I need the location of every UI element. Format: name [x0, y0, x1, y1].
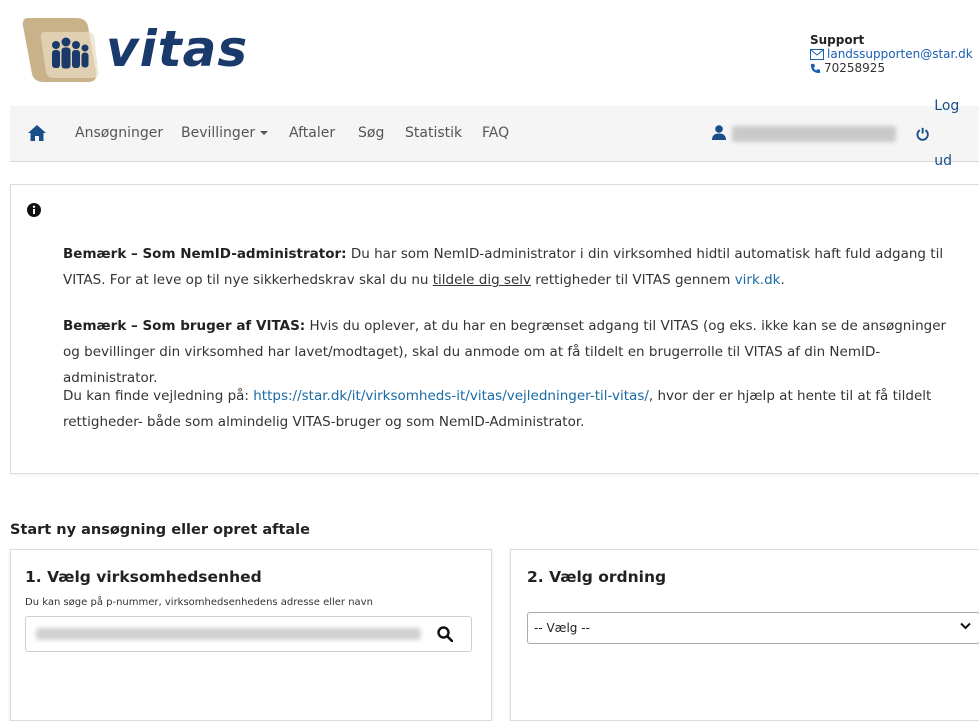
info-p3-text-a: Du kan finde vejledning på: — [63, 388, 254, 404]
support-phone: 70258925 — [824, 61, 886, 75]
logo-emblem-icon — [22, 18, 99, 82]
support-email-link[interactable]: landssupporten@star.dk — [827, 47, 973, 61]
info-paragraph-user: Bemærk – Som bruger af VITAS: Hvis du op… — [63, 313, 963, 391]
search-icon[interactable] — [437, 626, 453, 642]
user-name-redacted[interactable] — [732, 126, 896, 142]
card-choose-unit: 1. Vælg virksomhedsenhed Du kan søge på … — [10, 549, 492, 721]
unit-search-input[interactable] — [25, 616, 472, 652]
logo-text: vitas — [106, 20, 249, 78]
info-p1-text-b: rettigheder til VITAS gennem — [531, 272, 735, 288]
logout-label: Log ud — [934, 97, 960, 169]
vitas-logo[interactable]: vitas — [18, 12, 268, 90]
guide-link[interactable]: https://star.dk/it/virksomheds-it/vitas/… — [253, 388, 649, 404]
card-choose-scheme-title: 2. Vælg ordning — [527, 568, 667, 586]
support-title: Support — [810, 33, 865, 47]
nav-sog[interactable]: Søg — [358, 106, 384, 161]
info-p1-bold: Bemærk – Som NemID-administrator: — [63, 246, 347, 262]
info-p2-bold: Bemærk – Som bruger af VITAS: — [63, 318, 306, 334]
caret-down-icon — [260, 131, 269, 135]
nav-bevillinger[interactable]: Bevillinger — [181, 106, 269, 161]
info-p1-underline: tildele dig selv — [432, 272, 532, 288]
info-p1-end: . — [780, 272, 785, 288]
user-icon — [712, 125, 726, 140]
scheme-select-value: -- Vælg -- — [534, 621, 590, 635]
nav-faq[interactable]: FAQ — [482, 106, 509, 161]
logout-button[interactable]: Log ud — [916, 98, 979, 169]
section-title: Start ny ansøgning eller opret aftale — [10, 522, 310, 538]
card-choose-unit-title: 1. Vælg virksomhedsenhed — [25, 568, 262, 586]
envelope-icon — [810, 48, 824, 60]
scheme-select[interactable]: -- Vælg -- — [527, 612, 979, 644]
card-choose-unit-hint: Du kan søge på p-nummer, virksomhedsenhe… — [25, 597, 373, 608]
support-email-row[interactable]: landssupporten@star.dk — [810, 47, 973, 61]
phone-icon — [810, 63, 821, 73]
nav-aftaler[interactable]: Aftaler — [289, 106, 335, 161]
unit-search-value-redacted — [36, 628, 421, 640]
nav-bevillinger-label: Bevillinger — [181, 125, 256, 141]
home-icon[interactable] — [28, 125, 46, 141]
info-icon — [27, 203, 41, 217]
info-paragraph-guide: Du kan finde vejledning på: https://star… — [63, 383, 963, 435]
nav-ansogninger[interactable]: Ansøgninger — [75, 106, 163, 161]
main-navbar: Ansøgninger Bevillinger Aftaler Søg Stat… — [10, 98, 979, 169]
nav-statistik[interactable]: Statistik — [405, 106, 462, 161]
chevron-down-icon — [960, 622, 971, 630]
card-choose-scheme: 2. Vælg ordning -- Vælg -- — [510, 549, 979, 721]
info-paragraph-admin: Bemærk – Som NemID-administrator: Du har… — [63, 241, 963, 293]
power-icon — [916, 127, 929, 141]
virk-dk-link[interactable]: virk.dk — [735, 272, 781, 288]
support-block: Support landssupporten@star.dk 70258925 — [810, 33, 973, 75]
support-phone-row: 70258925 — [810, 61, 973, 75]
info-panel: Bemærk – Som NemID-administrator: Du har… — [10, 184, 979, 474]
